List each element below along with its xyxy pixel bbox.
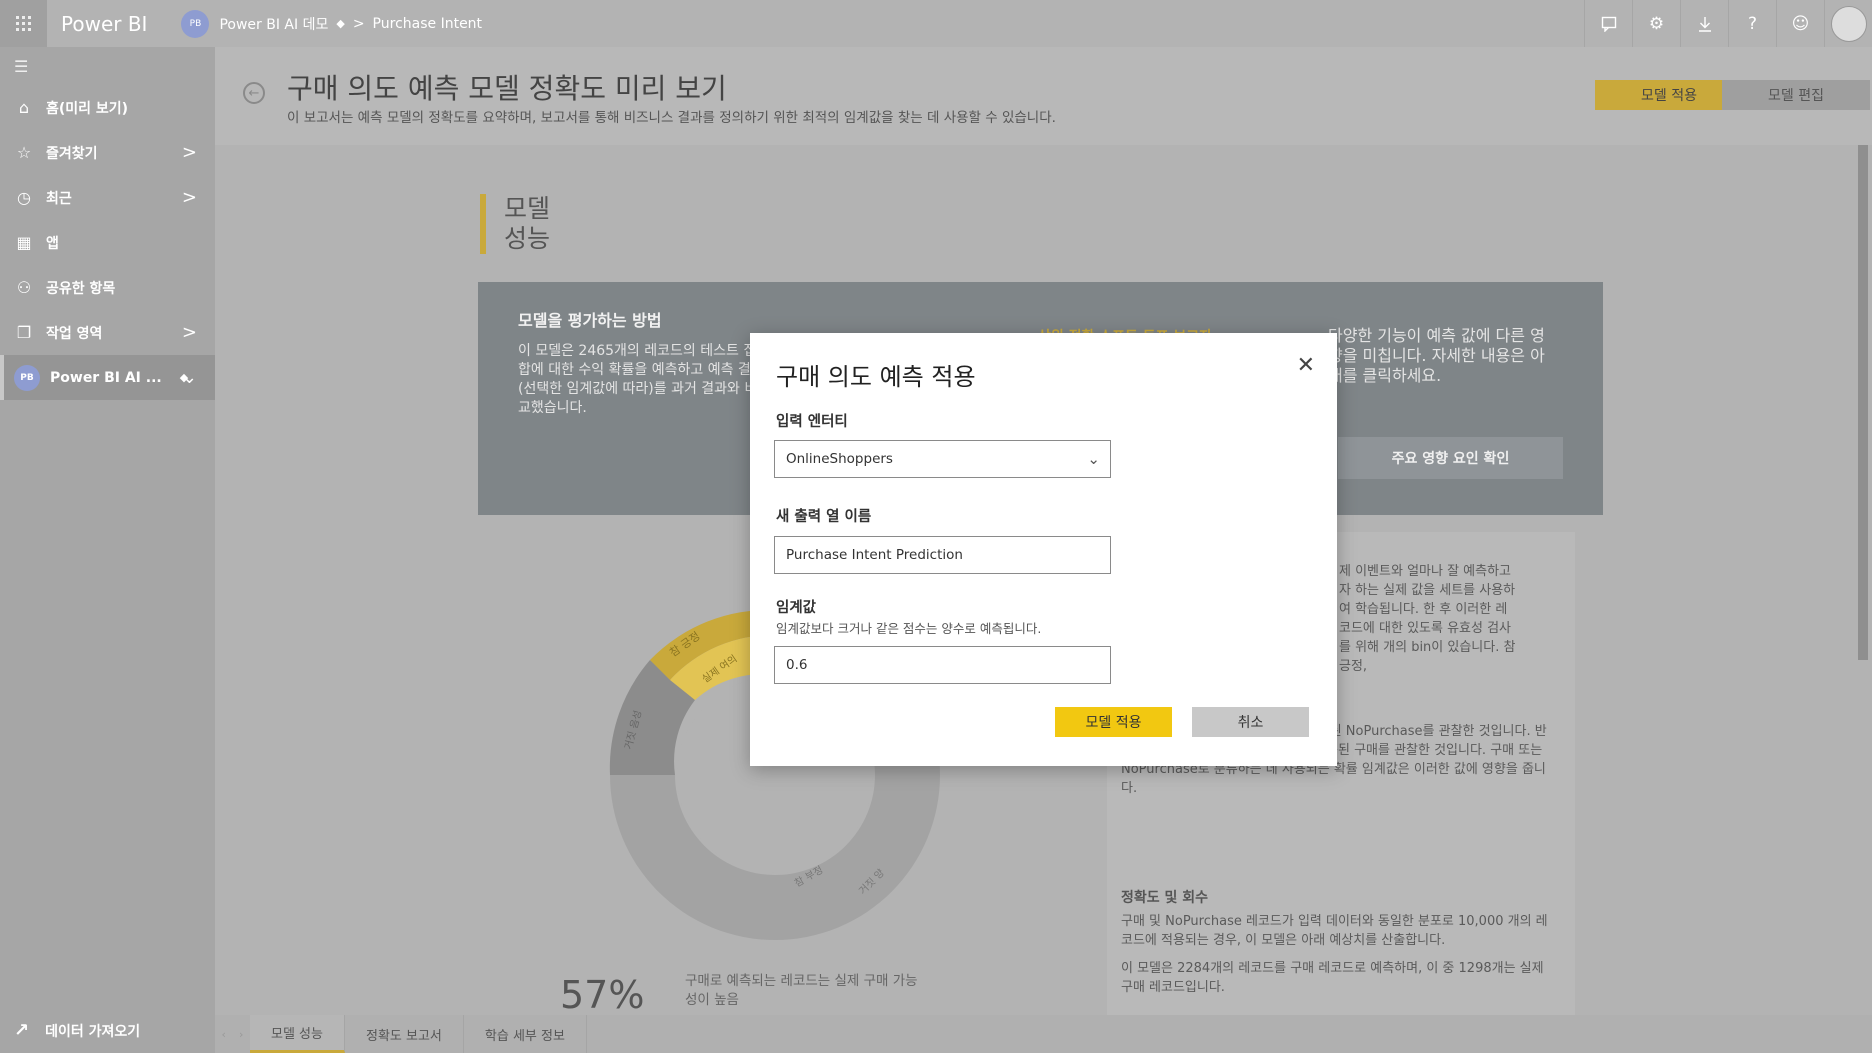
- page-title: 구매 의도 예측 모델 정확도 미리 보기: [287, 72, 727, 105]
- output-column-value: Purchase Intent Prediction: [786, 547, 963, 563]
- section-title-line: 성능: [504, 224, 551, 253]
- tab-accuracy-report[interactable]: 정확도 보고서: [345, 1015, 464, 1053]
- threshold-hint: 임계값보다 크거나 같은 점수는 양수로 예측됩니다.: [776, 621, 1042, 636]
- input-entity-value: OnlineShoppers: [786, 451, 893, 467]
- section-title-line: 모델: [504, 194, 551, 223]
- nav-item-home[interactable]: ⌂ 홈(미리 보기): [0, 85, 215, 130]
- smile-icon[interactable]: ☺: [1776, 0, 1824, 47]
- clock-icon: ◷: [17, 188, 31, 207]
- back-arrow-icon[interactable]: ←: [243, 82, 265, 104]
- tab-training-details[interactable]: 학습 세부 정보: [464, 1015, 587, 1053]
- explanation-text: 이 모델은 2284개의 레코드를 구매 레코드로 예측하며, 이 중 1298…: [1121, 961, 1544, 995]
- user-avatar-button[interactable]: [1824, 0, 1872, 47]
- chevron-right-icon[interactable]: ›: [239, 1028, 243, 1041]
- user-avatar: [1830, 5, 1867, 42]
- close-icon[interactable]: ✕: [1297, 353, 1315, 378]
- help-icon[interactable]: ?: [1728, 0, 1776, 47]
- star-icon: ☆: [16, 143, 32, 162]
- nav-item-favorites[interactable]: ☆ 즐겨찾기 >: [0, 130, 215, 175]
- home-icon: ⌂: [18, 98, 30, 117]
- evaluation-right-text: 다양한 기능이 예측 값에 다른 영향을 미칩니다. 자세한 내용은 아래를 클…: [1328, 326, 1545, 385]
- dialog-title: 구매 의도 예측 적용: [776, 363, 976, 391]
- chevron-right-icon[interactable]: >: [182, 142, 197, 163]
- chevron-down-icon: ⌄: [1087, 450, 1100, 468]
- nav-item-label: 작업 영역: [46, 325, 103, 342]
- nav-item-apps[interactable]: ▦ 앱: [0, 220, 215, 265]
- nav-item-label: 공유한 항목: [46, 280, 116, 297]
- output-column-input[interactable]: Purchase Intent Prediction: [774, 536, 1111, 574]
- edit-model-button[interactable]: 모델 편집: [1722, 80, 1870, 110]
- section-title: 모델 성능: [480, 194, 550, 254]
- apply-prediction-dialog: 구매 의도 예측 적용 ✕ 입력 엔터티 OnlineShoppers ⌄ 새 …: [750, 333, 1337, 766]
- tab-model-performance[interactable]: 모델 성능: [250, 1015, 345, 1053]
- shared-icon: ⚇: [16, 278, 32, 297]
- threshold-input[interactable]: 0.6: [774, 646, 1111, 684]
- input-entity-label: 입력 엔터티: [776, 414, 848, 430]
- evaluation-heading: 모델을 평가하는 방법: [518, 311, 662, 330]
- chevron-right-icon[interactable]: >: [182, 322, 197, 343]
- nav-item-shared[interactable]: ⚇ 공유한 항목: [0, 265, 215, 310]
- nav-item-workspaces[interactable]: ❐ 작업 영역 >: [0, 310, 215, 355]
- threshold-label: 임계값: [776, 600, 817, 616]
- output-column-label: 새 출력 열 이름: [776, 509, 872, 525]
- dialog-cancel-button[interactable]: 취소: [1192, 707, 1309, 737]
- evaluation-text: 이 모델은 2465개의 레코드의 테스트 집합에 대한 수익 확률을 예측하고…: [518, 343, 764, 416]
- workspace-avatar: PB: [14, 364, 40, 391]
- workspace-avatar: PB: [181, 9, 210, 38]
- get-data-button[interactable]: ↗ 데이터 가져오기: [14, 1020, 140, 1041]
- threshold-value: 0.6: [786, 657, 808, 673]
- app-brand[interactable]: Power BI: [61, 12, 147, 36]
- apps-icon: ▦: [16, 233, 32, 252]
- apply-model-button[interactable]: 모델 적용: [1595, 80, 1743, 110]
- page-subtitle: 이 보고서는 예측 모델의 정확도를 요약하며, 보고서를 통해 비즈니스 결과…: [287, 110, 1056, 126]
- top-bar: Power BI PB Power BI AI 데모 ◆ > Purchase …: [0, 0, 1872, 47]
- breadcrumb-workspace[interactable]: Power BI AI 데모: [219, 14, 328, 34]
- nav-item-label: 최근: [46, 190, 72, 207]
- nav-item-label: 홈(미리 보기): [46, 100, 129, 117]
- breadcrumb-report[interactable]: Purchase Intent: [373, 16, 483, 32]
- get-data-label: 데이터 가져오기: [45, 1023, 141, 1040]
- app-launcher-button[interactable]: [0, 0, 47, 47]
- left-navigation: ☰ ⌂ 홈(미리 보기) ☆ 즐겨찾기 > ◷ 최근 > ▦ 앱 ⚇ 공유한 항…: [0, 47, 215, 1053]
- chevron-down-icon[interactable]: ⌄: [182, 367, 197, 388]
- precision-description: 구매로 예측되는 레코드는 실제 구매 가능성이 높음: [685, 973, 918, 1008]
- download-icon[interactable]: [1680, 0, 1728, 47]
- chevron-left-icon[interactable]: ‹: [222, 1028, 226, 1041]
- input-entity-select[interactable]: OnlineShoppers ⌄: [774, 440, 1111, 478]
- accuracy-recall-heading: 정확도 및 회수: [1121, 890, 1209, 906]
- breadcrumb: Power BI AI 데모 ◆ > Purchase Intent: [219, 14, 482, 34]
- report-header: ← 구매 의도 예측 모델 정확도 미리 보기 이 보고서는 예측 모델의 정확…: [215, 47, 1872, 145]
- nav-item-recent[interactable]: ◷ 최근 >: [0, 175, 215, 220]
- explanation-text: 구매 및 NoPurchase 레코드가 입력 데이터와 동일한 분포로 10,…: [1121, 914, 1548, 948]
- nav-item-label: 앱: [46, 235, 59, 252]
- premium-diamond-icon: ◆: [336, 17, 345, 30]
- nav-item-label: Power BI AI ...: [50, 369, 162, 386]
- arrow-up-right-icon: ↗: [14, 1020, 30, 1041]
- vertical-scrollbar[interactable]: [1858, 145, 1868, 660]
- hamburger-menu-icon[interactable]: ☰: [0, 47, 215, 85]
- dialog-apply-button[interactable]: 모델 적용: [1055, 707, 1172, 737]
- precision-percent: 57%: [560, 973, 645, 1017]
- tab-scroll-arrows: ‹ ›: [215, 1028, 250, 1041]
- key-influencers-button[interactable]: 주요 영향 요인 확인: [1338, 437, 1563, 479]
- comment-icon[interactable]: [1584, 0, 1632, 47]
- breadcrumb-separator: >: [352, 15, 365, 32]
- gear-icon[interactable]: ⚙: [1632, 0, 1680, 47]
- waffle-icon: [16, 16, 31, 31]
- nav-item-current-workspace[interactable]: PB Power BI AI ... ◆ ⌄: [0, 355, 215, 400]
- workspace-icon: ❐: [16, 323, 32, 342]
- page-tab-bar: ‹ › 모델 성능 정확도 보고서 학습 세부 정보: [215, 1015, 1872, 1053]
- nav-item-label: 즐겨찾기: [46, 145, 98, 162]
- explanation-text: 제 이벤트와 얼마나 잘 예측하고자 하는 실제 값을 세트를 사용하여 학습됩…: [1339, 564, 1516, 674]
- chevron-right-icon[interactable]: >: [182, 187, 197, 208]
